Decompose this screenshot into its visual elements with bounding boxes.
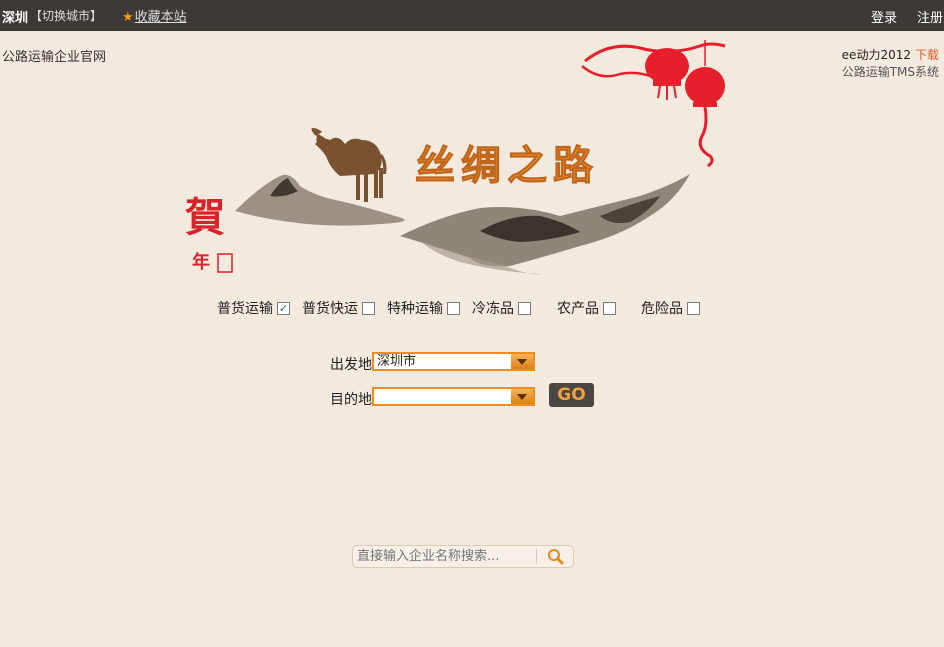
site-name: 公路运输企业官网 xyxy=(2,50,107,65)
cargo-option-label: 农产品 xyxy=(557,301,599,317)
login-link[interactable]: 登录 xyxy=(871,7,897,26)
checkbox-agricultural[interactable] xyxy=(603,301,616,315)
promo-tagline: 公路运输TMS系统 xyxy=(841,65,939,79)
company-search-input[interactable] xyxy=(357,548,535,565)
dropdown-arrow-icon xyxy=(511,389,533,404)
origin-select-value: 深圳市 xyxy=(377,354,417,369)
cargo-option-label: 普货运输 xyxy=(217,301,273,317)
destination-label: 目的地 xyxy=(330,392,372,408)
cargo-option-label: 冷冻品 xyxy=(472,301,514,317)
cargo-option-label: 危险品 xyxy=(641,301,683,317)
silk-road-banner: 丝绸之路 賀 年 xyxy=(185,40,726,275)
download-link[interactable]: 下载 xyxy=(915,48,939,62)
favorite-label: 收藏本站 xyxy=(134,10,187,25)
top-bar: 深圳 【切换城市】 ★收藏本站 登录 注册 xyxy=(0,0,944,31)
destination-select[interactable] xyxy=(372,387,535,406)
star-icon: ★ xyxy=(122,10,134,25)
promo-box: ee动力2012 下载 公路运输TMS系统 xyxy=(842,47,939,81)
cargo-option-label: 特种运输 xyxy=(387,301,443,317)
search-icon xyxy=(548,549,564,565)
origin-select[interactable]: 深圳市 xyxy=(372,352,535,371)
checkbox-general[interactable]: ✓ xyxy=(277,301,290,315)
checkbox-express[interactable] xyxy=(362,301,375,315)
cargo-option-frozen[interactable]: 冷冻品 xyxy=(472,298,531,318)
checkbox-frozen[interactable] xyxy=(518,301,531,315)
cargo-option-special[interactable]: 特种运输 xyxy=(387,298,460,318)
search-divider xyxy=(536,549,537,564)
go-button[interactable]: GO xyxy=(549,383,594,407)
cargo-option-agricultural[interactable]: 农产品 xyxy=(557,298,616,318)
seal-he-character: 賀 xyxy=(185,194,225,241)
checkbox-hazardous[interactable] xyxy=(687,301,700,315)
origin-label: 出发地 xyxy=(330,357,372,373)
switch-city-link[interactable]: 【切换城市】 xyxy=(30,7,102,24)
dropdown-arrow-icon xyxy=(511,354,533,369)
banner-title: 丝绸之路 xyxy=(415,142,599,189)
promo-product: ee动力2012 xyxy=(841,48,911,62)
seal-nian-character: 年 xyxy=(192,251,210,273)
company-search-box xyxy=(352,545,574,568)
cargo-option-general[interactable]: 普货运输 ✓ xyxy=(217,298,290,318)
cargo-option-label: 普货快运 xyxy=(302,301,358,317)
cargo-type-options: 普货运输 ✓ 普货快运 特种运输 冷冻品 农产品 危险品 xyxy=(0,298,944,318)
cargo-option-hazardous[interactable]: 危险品 xyxy=(641,298,700,318)
favorite-link[interactable]: ★收藏本站 xyxy=(122,6,187,25)
current-city: 深圳 xyxy=(2,11,29,26)
red-seal-stamp xyxy=(217,253,233,273)
checkbox-special[interactable] xyxy=(447,301,460,315)
cargo-option-express[interactable]: 普货快运 xyxy=(302,298,375,318)
lanterns-decoration xyxy=(581,40,726,168)
register-link[interactable]: 注册 xyxy=(917,7,943,26)
search-button[interactable] xyxy=(541,547,571,567)
camel-illustration xyxy=(311,128,387,202)
mountains-illustration xyxy=(235,174,690,275)
